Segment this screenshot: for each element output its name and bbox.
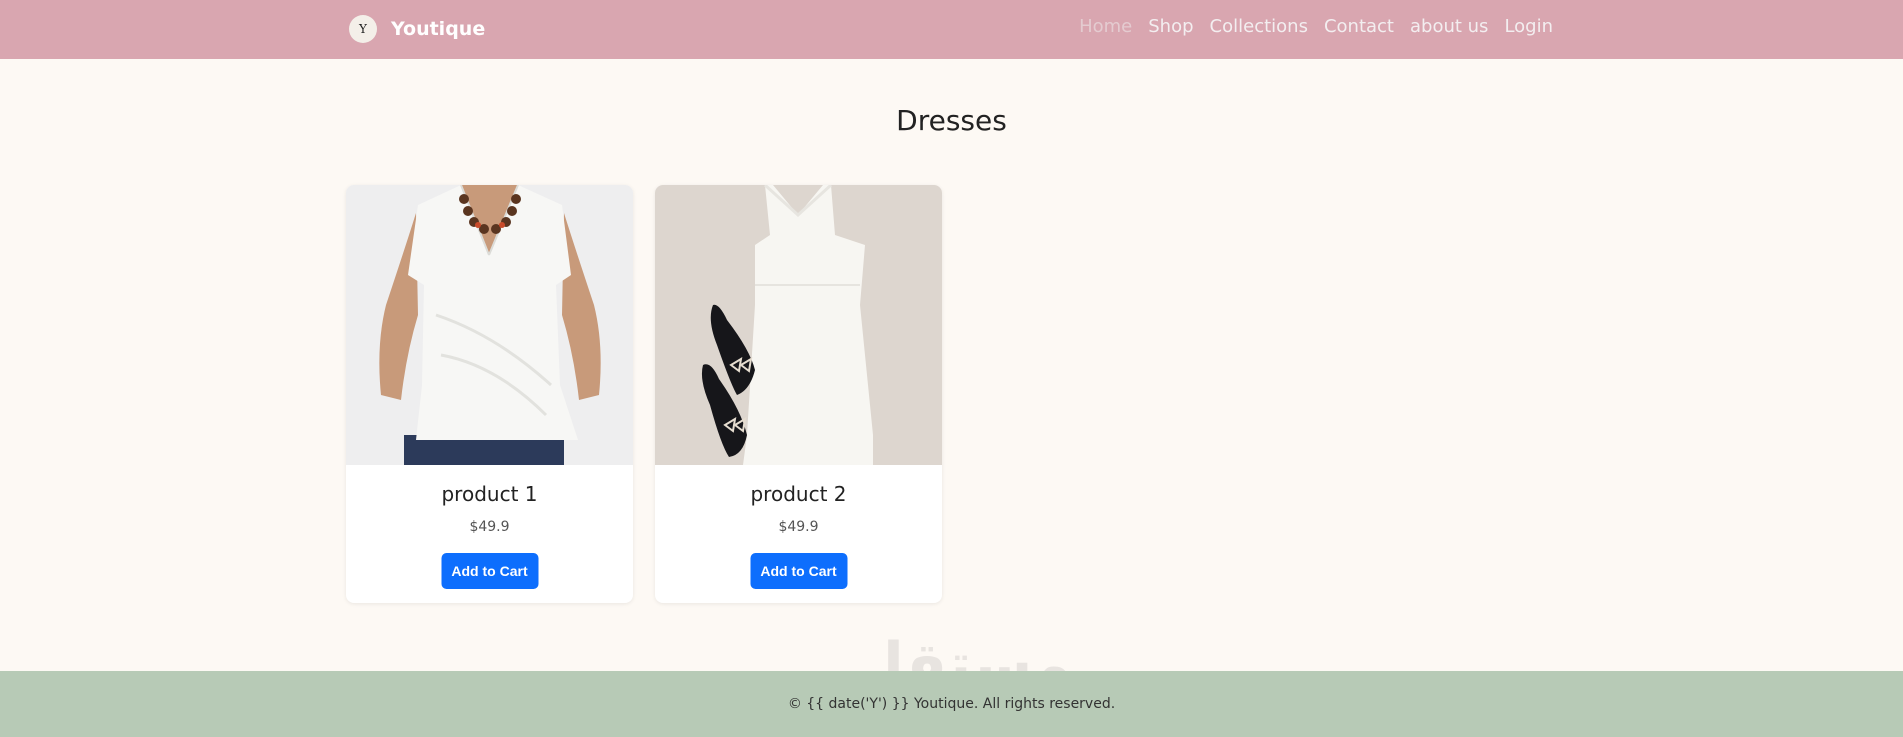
nav-link-shop[interactable]: Shop (1148, 16, 1193, 37)
page-title: Dresses (896, 104, 1007, 137)
nav-link-login[interactable]: Login (1504, 16, 1553, 37)
product-card: product 1 $49.9 Add to Cart (346, 185, 633, 603)
product-name[interactable]: product 1 (346, 482, 633, 506)
brand[interactable]: Y Youtique (349, 14, 485, 44)
footer-copyright: © {{ date('Y') }} Youtique. All rights r… (787, 696, 1116, 712)
footer: © {{ date('Y') }} Youtique. All rights r… (0, 671, 1903, 737)
product-image[interactable] (346, 185, 633, 465)
nav-link-collections[interactable]: Collections (1210, 16, 1308, 37)
product-price: $49.9 (778, 519, 819, 535)
nav-link-home[interactable]: Home (1079, 16, 1132, 37)
navbar: Y Youtique Home Shop Collections Contact… (0, 0, 1903, 59)
product-name[interactable]: product 2 (655, 482, 942, 506)
add-to-cart-button[interactable]: Add to Cart (750, 553, 847, 589)
nav-link-about-us[interactable]: about us (1410, 16, 1488, 37)
product-card: product 2 $49.9 Add to Cart (655, 185, 942, 603)
product-image[interactable] (655, 185, 942, 465)
add-to-cart-button[interactable]: Add to Cart (441, 553, 538, 589)
product-price: $49.9 (469, 519, 510, 535)
logo-icon: Y (349, 15, 377, 43)
nav-link-contact[interactable]: Contact (1324, 16, 1394, 37)
brand-name[interactable]: Youtique (391, 18, 485, 40)
logo-text: Y (359, 22, 367, 36)
nav-links: Home Shop Collections Contact about us L… (1063, 16, 1553, 37)
